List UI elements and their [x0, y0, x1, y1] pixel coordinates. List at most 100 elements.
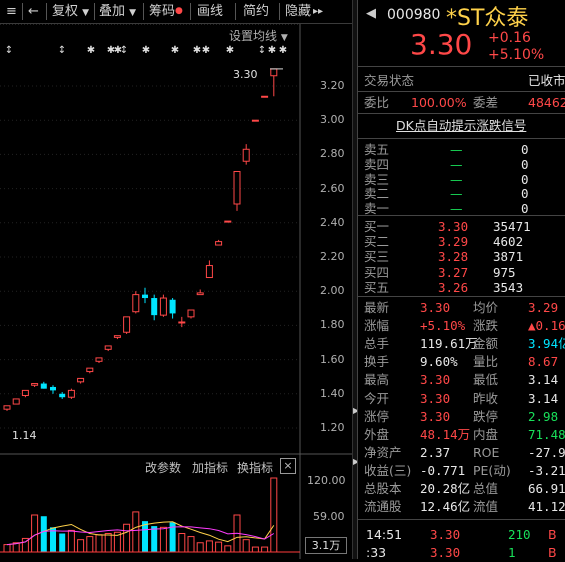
event-marker[interactable]: ↕ [258, 45, 266, 56]
candle[interactable] [178, 316, 186, 328]
candle[interactable] [12, 398, 20, 405]
candle[interactable] [233, 171, 241, 211]
price-tick-label: 2.80 [320, 147, 345, 161]
draw-line-button[interactable]: 画线 [197, 0, 223, 23]
event-marker[interactable]: ↕ [58, 45, 66, 56]
candle[interactable] [95, 357, 103, 364]
candle[interactable] [251, 119, 259, 122]
price-tick-label: 2.40 [320, 215, 345, 229]
add-indicator-button[interactable]: 加指标 [192, 459, 228, 476]
stat-label: 换手 [364, 354, 390, 370]
candle[interactable] [151, 294, 158, 321]
stat-label: 外盘 [364, 426, 390, 442]
candle[interactable] [59, 392, 66, 399]
candle[interactable] [113, 335, 121, 340]
candle[interactable] [205, 260, 213, 279]
volume-bar [31, 514, 39, 553]
event-marker[interactable]: ✱ [142, 45, 150, 56]
tick-price: 3.30 [430, 527, 461, 542]
event-marker[interactable]: ↕ [5, 45, 13, 56]
candle[interactable] [40, 381, 47, 389]
price-change-pct: +5.10% [488, 47, 545, 63]
candle[interactable] [159, 294, 167, 317]
tick-time: :33 [366, 545, 387, 560]
volume-bar [104, 533, 112, 553]
stat-label: 最新 [364, 300, 390, 315]
candle[interactable] [142, 287, 148, 304]
candle[interactable] [242, 144, 250, 165]
vol-unit-badge: 3.1万 [305, 537, 347, 554]
stat-value: 3.14 [528, 372, 559, 388]
event-marker[interactable]: ✱ [171, 45, 179, 56]
event-marker[interactable]: ↕ [120, 45, 128, 56]
candle[interactable] [31, 383, 39, 387]
candle[interactable] [132, 291, 140, 314]
simple-mode-button[interactable]: 简约 [243, 0, 269, 23]
fuquan-button[interactable]: 复权 ▼ [52, 0, 89, 23]
stat-label: 今开 [364, 390, 390, 406]
status-label: 交易状态 [364, 73, 415, 88]
volume-bar [159, 526, 167, 553]
volume-bar [40, 516, 47, 552]
switch-indicator-button[interactable]: 换指标 [237, 459, 273, 476]
stat-value: 3.14 [528, 390, 559, 406]
price-tick-label: 3.00 [320, 113, 345, 127]
volume-bar [178, 533, 186, 553]
candle[interactable] [215, 239, 223, 246]
more-arrows-icon[interactable]: ▸▸ [313, 0, 323, 23]
event-marker[interactable]: ✱ [279, 45, 287, 56]
event-marker[interactable]: ✱ [226, 45, 234, 56]
prev-stock-icon[interactable]: ◀ [366, 6, 376, 21]
stat-value: 2.98 [528, 408, 559, 424]
tick-direction: B [548, 527, 557, 542]
candle[interactable] [224, 220, 232, 223]
candle[interactable] [50, 385, 56, 394]
volume-bar [3, 544, 11, 553]
overlay-button[interactable]: 叠加 ▼ [99, 0, 136, 23]
weicha-value: 48462 [528, 95, 565, 110]
candle[interactable] [169, 298, 176, 319]
weibi-label: 委比 [364, 95, 390, 110]
candle[interactable] [270, 68, 278, 97]
stock-code: 000980 [387, 7, 441, 23]
candle[interactable] [261, 95, 269, 98]
stat-label: 金额 [473, 336, 499, 352]
event-marker[interactable]: ✱ [193, 45, 201, 56]
stat-label: 涨跌 [473, 318, 499, 334]
stat-label: PE(动) [473, 462, 511, 478]
candle[interactable] [196, 289, 204, 296]
candle[interactable] [3, 405, 11, 411]
edit-params-button[interactable]: 改参数 [145, 459, 181, 476]
candle[interactable] [86, 367, 94, 374]
candle[interactable] [21, 389, 29, 398]
candle[interactable] [104, 345, 112, 352]
price-tick-label: 1.40 [320, 386, 345, 400]
stat-value: 3.30 [420, 408, 451, 424]
back-arrow-icon[interactable]: ← [28, 0, 39, 23]
event-marker[interactable]: ✱ [268, 45, 276, 56]
event-marker[interactable]: ✱ [87, 45, 95, 56]
candle[interactable] [77, 377, 85, 384]
candle[interactable] [187, 309, 195, 319]
close-indicator-icon[interactable]: × [280, 458, 296, 474]
candles-layer [3, 68, 283, 411]
candle[interactable] [123, 316, 131, 334]
hide-button[interactable]: 隐藏 [285, 0, 311, 23]
stat-value: 3.94亿 [528, 336, 565, 352]
candle[interactable] [67, 388, 75, 399]
stat-label: 总股本 [364, 481, 402, 496]
dk-signal-link[interactable]: DK点自动提示涨跌信号 [396, 117, 526, 135]
menu-icon[interactable]: ≡ [6, 0, 17, 23]
volume-bar [196, 542, 204, 553]
stat-value: 2.37 [420, 444, 451, 460]
sell-price: — [450, 201, 463, 217]
stat-label: 涨停 [364, 408, 390, 424]
stat-label: 昨收 [473, 390, 499, 406]
chips-button[interactable]: 筹码● [149, 0, 183, 23]
volume-bar [86, 536, 94, 553]
volume-layer [3, 477, 278, 553]
stat-value: 3.30 [420, 372, 451, 388]
quote-panel: ◀ 000980 *ST众泰 3.30 +0.16 +5.10% 交易状态 已收… [357, 0, 565, 560]
set-ma-link[interactable]: 设置均线 ▼ [229, 27, 288, 44]
event-marker[interactable]: ✱ [202, 45, 210, 56]
